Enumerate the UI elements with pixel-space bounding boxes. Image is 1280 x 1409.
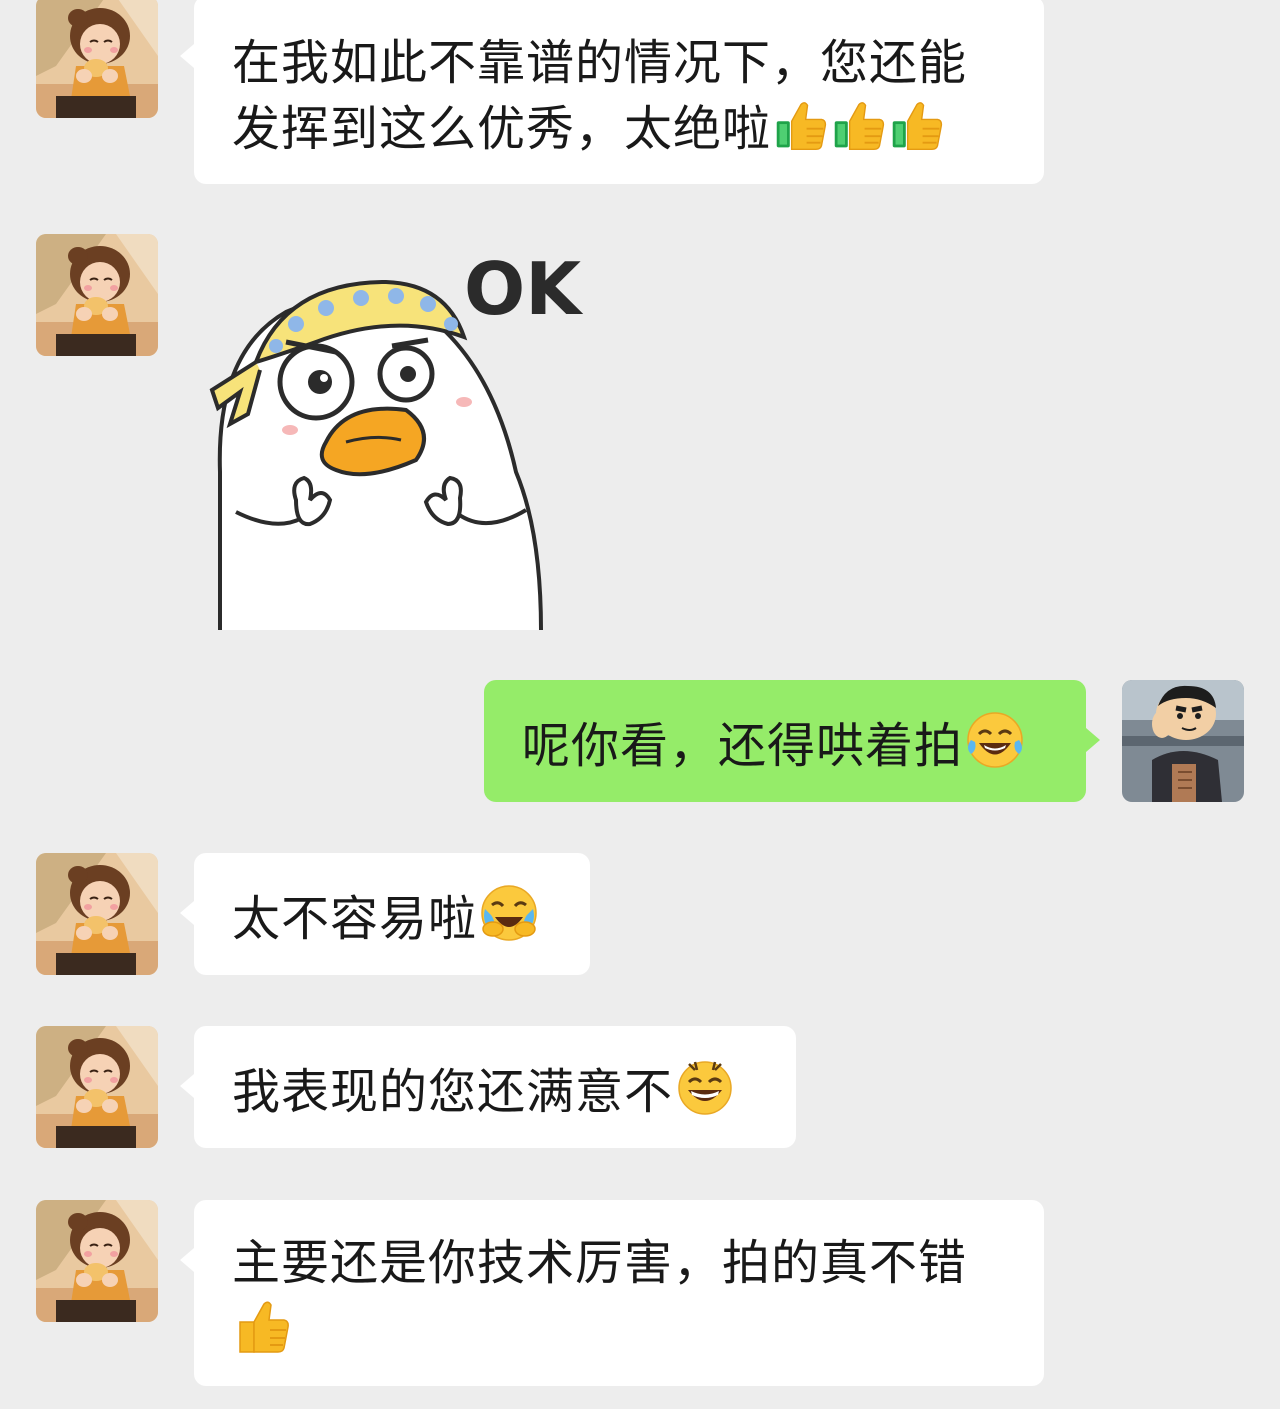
bubble-tail	[1086, 728, 1100, 752]
sticker-ok-text: OK	[464, 247, 583, 331]
message-bubble-incoming[interactable]: 太不容易啦	[180, 853, 590, 975]
message-bubble-incoming[interactable]: 我表现的您还满意不	[180, 1026, 796, 1148]
thumbs-up-icon	[773, 97, 829, 153]
message-text: 主要还是你技术厉害，拍的真不错	[232, 1235, 968, 1291]
message-text: 我表现的您还满意不	[232, 1064, 674, 1120]
crying-laughing-face-icon	[479, 883, 539, 943]
thumbs-up-icon	[232, 1296, 292, 1356]
girl-avatar-icon	[36, 1026, 158, 1148]
message-text: 太不容易啦	[232, 891, 478, 947]
bubble-tail	[180, 1248, 194, 1272]
bubble-tail	[180, 1074, 194, 1098]
contact-avatar[interactable]	[36, 1200, 158, 1322]
message-bubble-incoming[interactable]: 主要还是你技术厉害，拍的真不错	[180, 1200, 1044, 1386]
laughing-tears-icon	[965, 710, 1025, 770]
message-bubble-outgoing[interactable]: 呢你看，还得哄着拍	[484, 680, 1100, 802]
contact-avatar[interactable]	[36, 0, 158, 118]
girl-avatar-icon	[36, 853, 158, 975]
bubble-tail	[180, 901, 194, 925]
contact-avatar[interactable]	[36, 234, 158, 356]
girl-avatar-icon	[36, 0, 158, 118]
duck-ok-sticker[interactable]: OK	[196, 242, 596, 632]
thumbs-up-icon	[889, 97, 945, 153]
thumbs-up-icon	[831, 97, 887, 153]
cartoon-boy-avatar-icon	[1122, 680, 1244, 802]
grinning-face-icon	[675, 1056, 735, 1116]
contact-avatar[interactable]	[36, 1026, 158, 1148]
girl-avatar-icon	[36, 1200, 158, 1322]
bubble-tail	[180, 44, 194, 68]
message-bubble-incoming[interactable]: 在我如此不靠谱的情况下，您还能发挥到这么优秀，太绝啦	[180, 0, 1044, 184]
my-avatar[interactable]	[1122, 680, 1244, 802]
girl-avatar-icon	[36, 234, 158, 356]
message-text: 呢你看，还得哄着拍	[522, 718, 964, 774]
contact-avatar[interactable]	[36, 853, 158, 975]
